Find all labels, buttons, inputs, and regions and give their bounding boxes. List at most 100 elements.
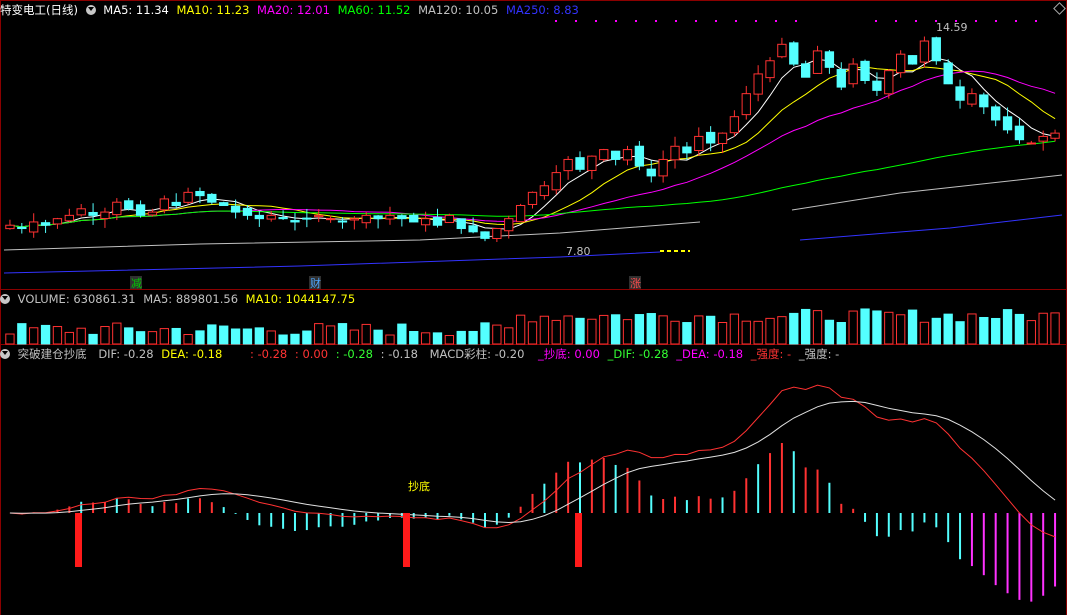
volume-bar xyxy=(64,331,74,345)
candle-body xyxy=(100,211,110,219)
volume-bar xyxy=(397,323,407,345)
volume-bar xyxy=(278,334,288,345)
candle-body xyxy=(1050,132,1060,139)
strength2-label: _强度: - xyxy=(798,347,840,361)
candle-body xyxy=(135,204,146,216)
volume-bar xyxy=(515,314,526,345)
candle-body xyxy=(967,93,977,105)
top-marker-dot xyxy=(715,20,717,22)
candle-body xyxy=(575,157,585,170)
candle-body xyxy=(824,51,835,68)
candle-body xyxy=(515,205,526,223)
volume-bar xyxy=(967,313,977,345)
volume-bar xyxy=(872,310,882,345)
volume-bar xyxy=(955,321,965,345)
volume-bar xyxy=(5,333,15,345)
candle-body xyxy=(610,150,621,160)
candle-body xyxy=(17,226,27,230)
volume-bar xyxy=(587,318,597,345)
candle-body xyxy=(919,40,930,63)
top-marker-dot xyxy=(675,20,677,22)
bottom-signal-column xyxy=(403,513,410,567)
ma120-label: MA120: 10.05 xyxy=(418,3,499,17)
volume-bar xyxy=(622,319,633,345)
dea2-label: _DEA: -0.18 xyxy=(676,347,744,361)
event-mark-1: 财 xyxy=(310,276,321,290)
volume-ma5-label: MA5: 889801.56 xyxy=(143,292,239,306)
candle-body xyxy=(373,215,383,220)
stock-title: 特变电工(日线) xyxy=(0,3,78,17)
candle-body xyxy=(991,106,1001,121)
candle-body xyxy=(872,80,882,91)
macd-dropdown-icon[interactable] xyxy=(0,349,10,359)
candle-body xyxy=(729,116,740,134)
volume-bar xyxy=(468,330,478,345)
volume-bar xyxy=(183,334,193,345)
candle-body xyxy=(397,215,407,220)
candle-body xyxy=(207,193,217,203)
volume-bar xyxy=(159,328,169,345)
candle-body xyxy=(504,218,514,232)
volume-bar xyxy=(373,329,383,345)
candle-body xyxy=(789,42,799,65)
volume-bar xyxy=(420,332,431,345)
volume-bar xyxy=(444,335,455,345)
volume-bar xyxy=(171,327,181,345)
volume-bar xyxy=(290,333,300,345)
candle-body xyxy=(290,220,300,223)
candle-body xyxy=(563,158,573,172)
candle-body xyxy=(254,214,264,220)
macd-histogram xyxy=(9,384,1057,602)
candle-body xyxy=(302,217,312,220)
bottom-signal-column xyxy=(575,513,582,567)
volume-bar xyxy=(40,324,51,345)
event-mark-0: 减 xyxy=(131,277,142,290)
candle-body xyxy=(1002,116,1013,131)
volume-bar xyxy=(812,310,823,345)
volume-bar xyxy=(884,311,894,345)
main-dropdown-icon[interactable] xyxy=(85,5,96,15)
volume-bar xyxy=(88,333,98,345)
volume-bar xyxy=(480,322,490,345)
volume-bar xyxy=(112,322,122,345)
candle-body xyxy=(646,168,656,177)
candle-body xyxy=(349,218,360,221)
candle-body xyxy=(230,205,241,213)
candle-body xyxy=(5,224,15,230)
bottom-signal-column xyxy=(75,513,82,567)
candle-body xyxy=(896,53,906,74)
candle-body xyxy=(314,214,324,218)
candle-body xyxy=(171,201,181,206)
candle-body xyxy=(432,216,443,226)
panel-borders xyxy=(0,0,1067,615)
top-marker-dot xyxy=(915,20,917,22)
candle-body xyxy=(943,62,953,85)
candle-body xyxy=(955,86,965,101)
candle-body xyxy=(444,214,455,224)
volume-bar xyxy=(337,323,348,345)
volume-bar xyxy=(195,330,205,345)
top-marker-dot xyxy=(975,20,977,22)
volume-bar xyxy=(76,327,86,345)
candle-body xyxy=(848,63,858,85)
candle-body xyxy=(860,60,870,81)
volume-bar xyxy=(705,315,716,345)
volume-bar xyxy=(504,327,514,345)
volume-bar xyxy=(729,313,740,345)
volume-bar xyxy=(717,321,728,345)
volume-dropdown-icon[interactable] xyxy=(0,294,10,304)
candle-body xyxy=(979,94,989,108)
top-marker-dot xyxy=(775,20,777,22)
candle-body xyxy=(801,63,811,78)
volume-bar xyxy=(432,332,443,345)
top-marker-dot xyxy=(555,20,557,22)
volume-bar xyxy=(694,315,704,345)
volume-bar xyxy=(1026,320,1036,345)
volume-bar xyxy=(1002,309,1013,345)
volume-bar xyxy=(29,327,39,345)
aux-label-3: : -0.28 xyxy=(335,347,374,361)
candle-body xyxy=(64,214,74,222)
panel-border-0 xyxy=(0,0,1067,1)
top-marker-dot xyxy=(575,20,577,22)
dif2-label: _DIF: -0.28 xyxy=(607,347,669,361)
